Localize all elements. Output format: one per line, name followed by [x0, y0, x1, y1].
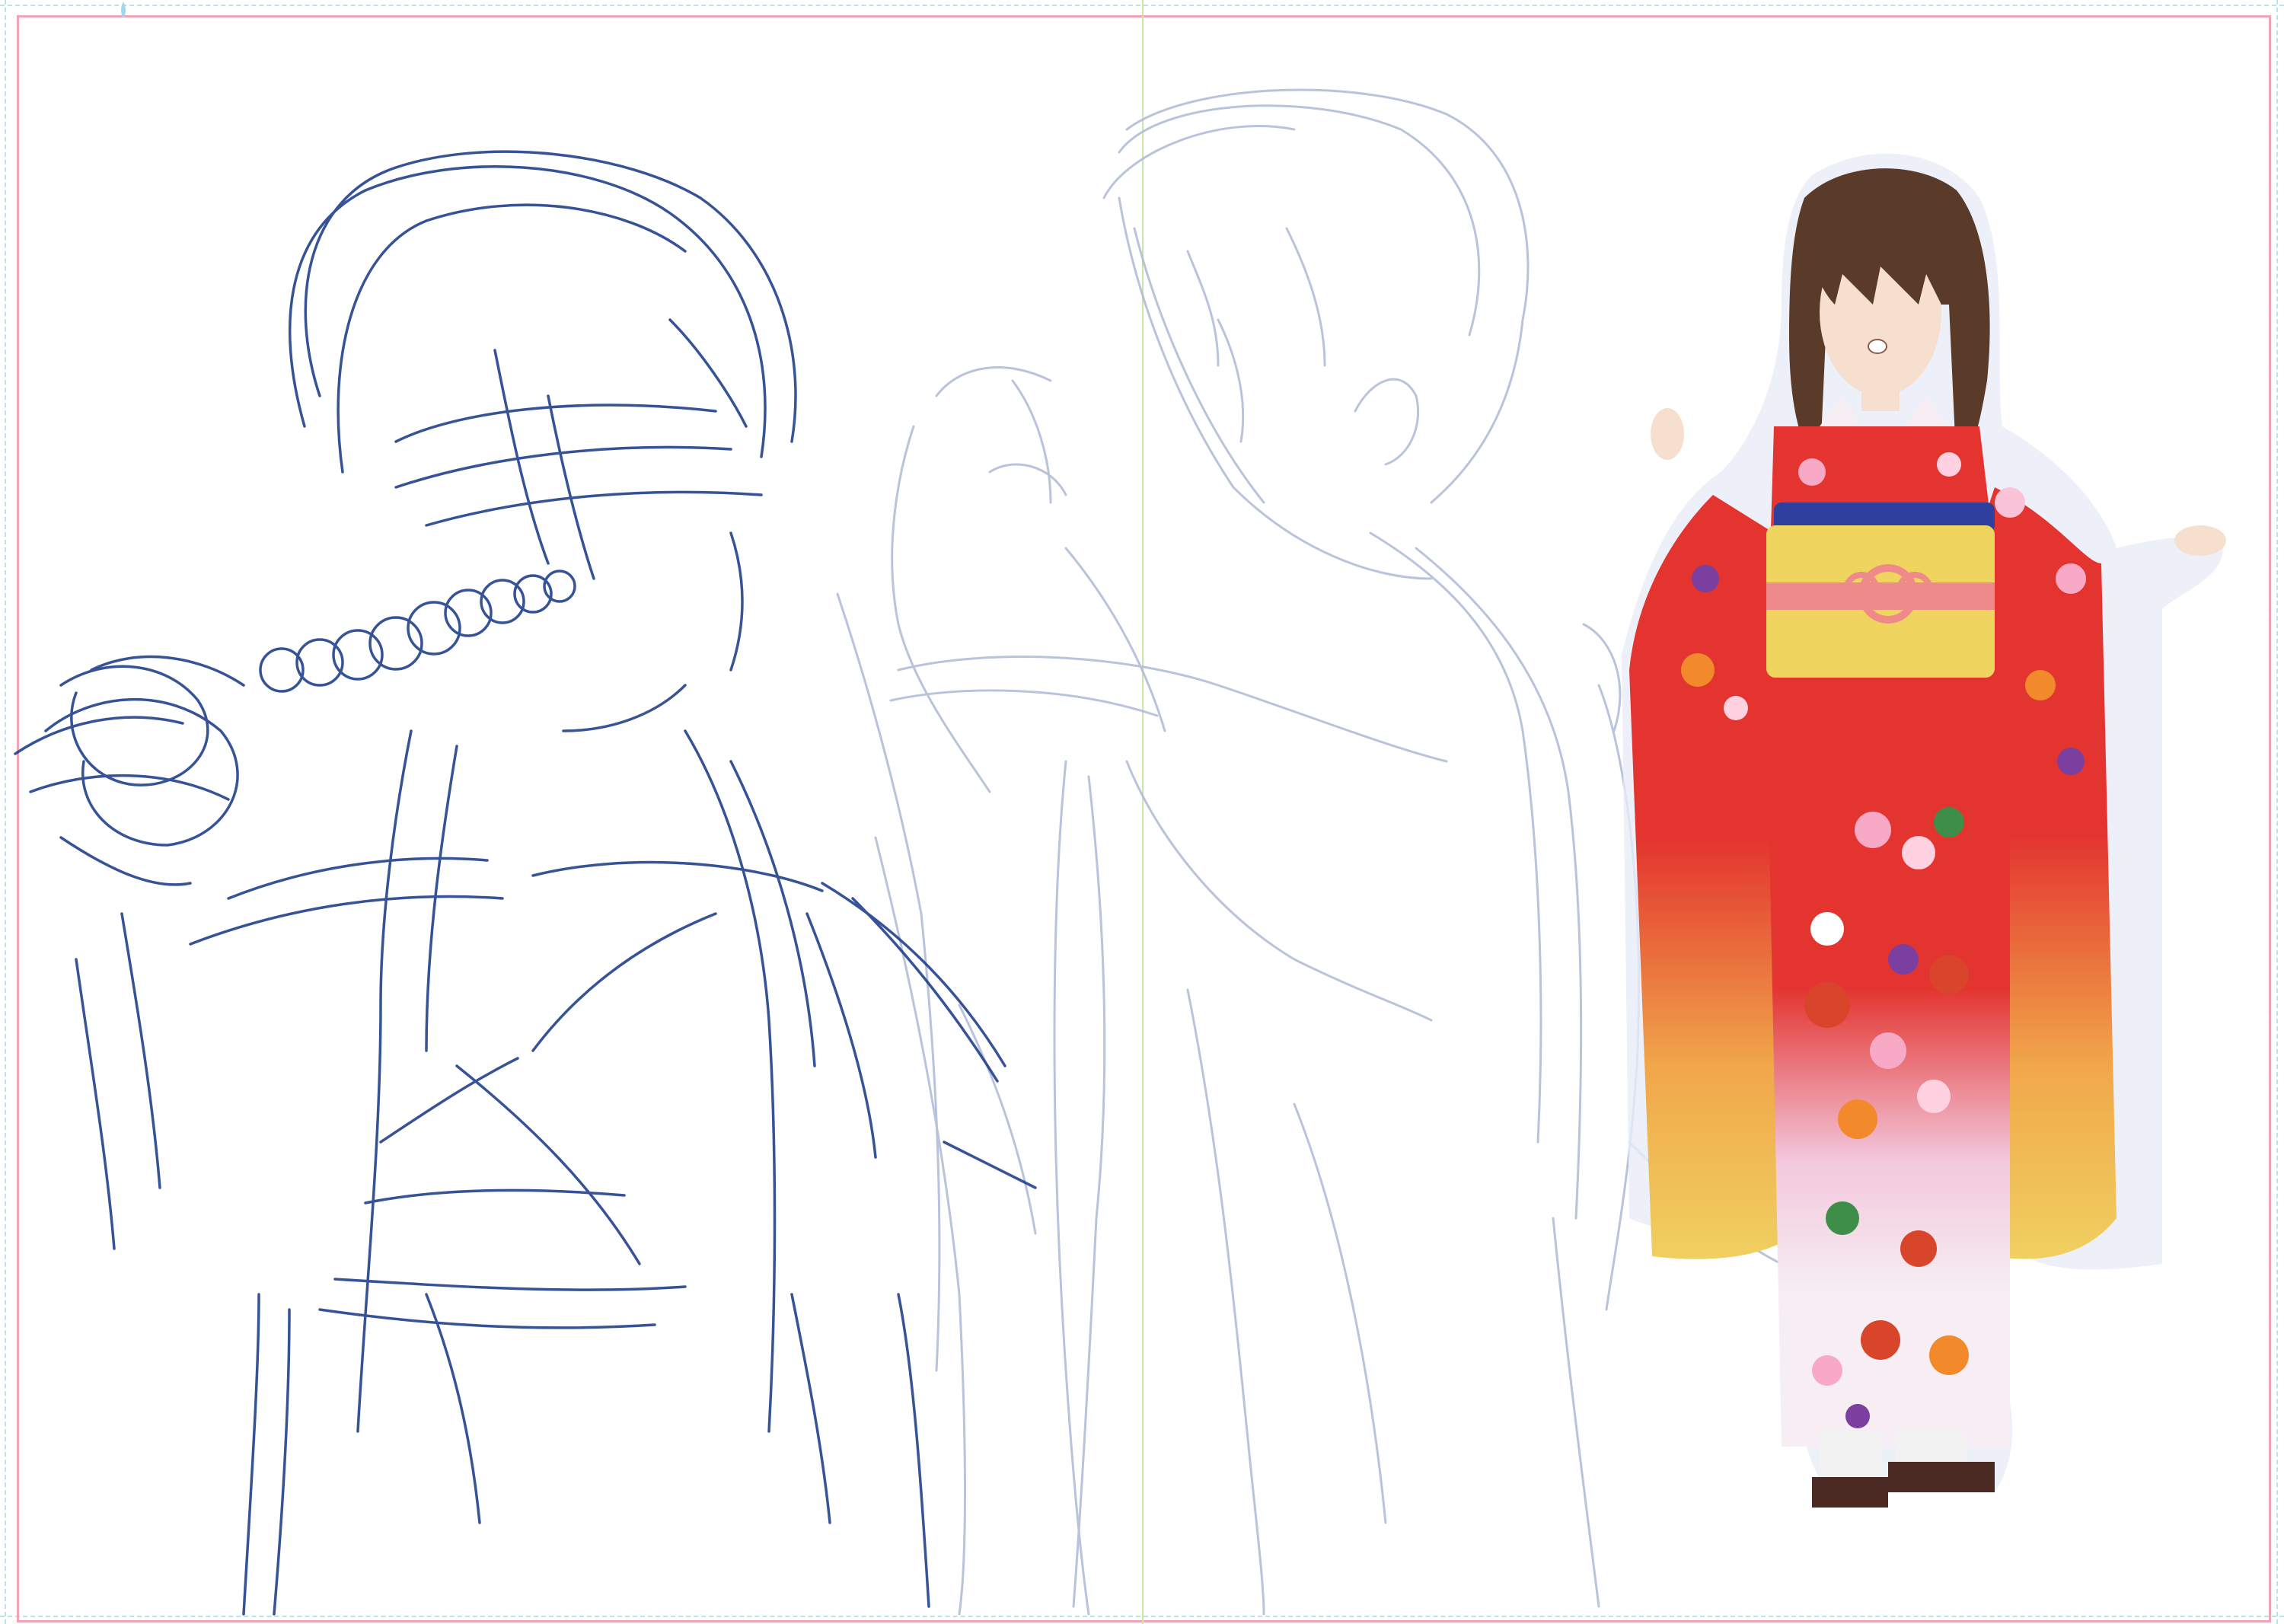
drawing-canvas[interactable] [0, 0, 2284, 1624]
colored-figure-layer [1622, 153, 2226, 1508]
artwork [14, 88, 2226, 1616]
dark-sketch-layer [14, 150, 1037, 1616]
